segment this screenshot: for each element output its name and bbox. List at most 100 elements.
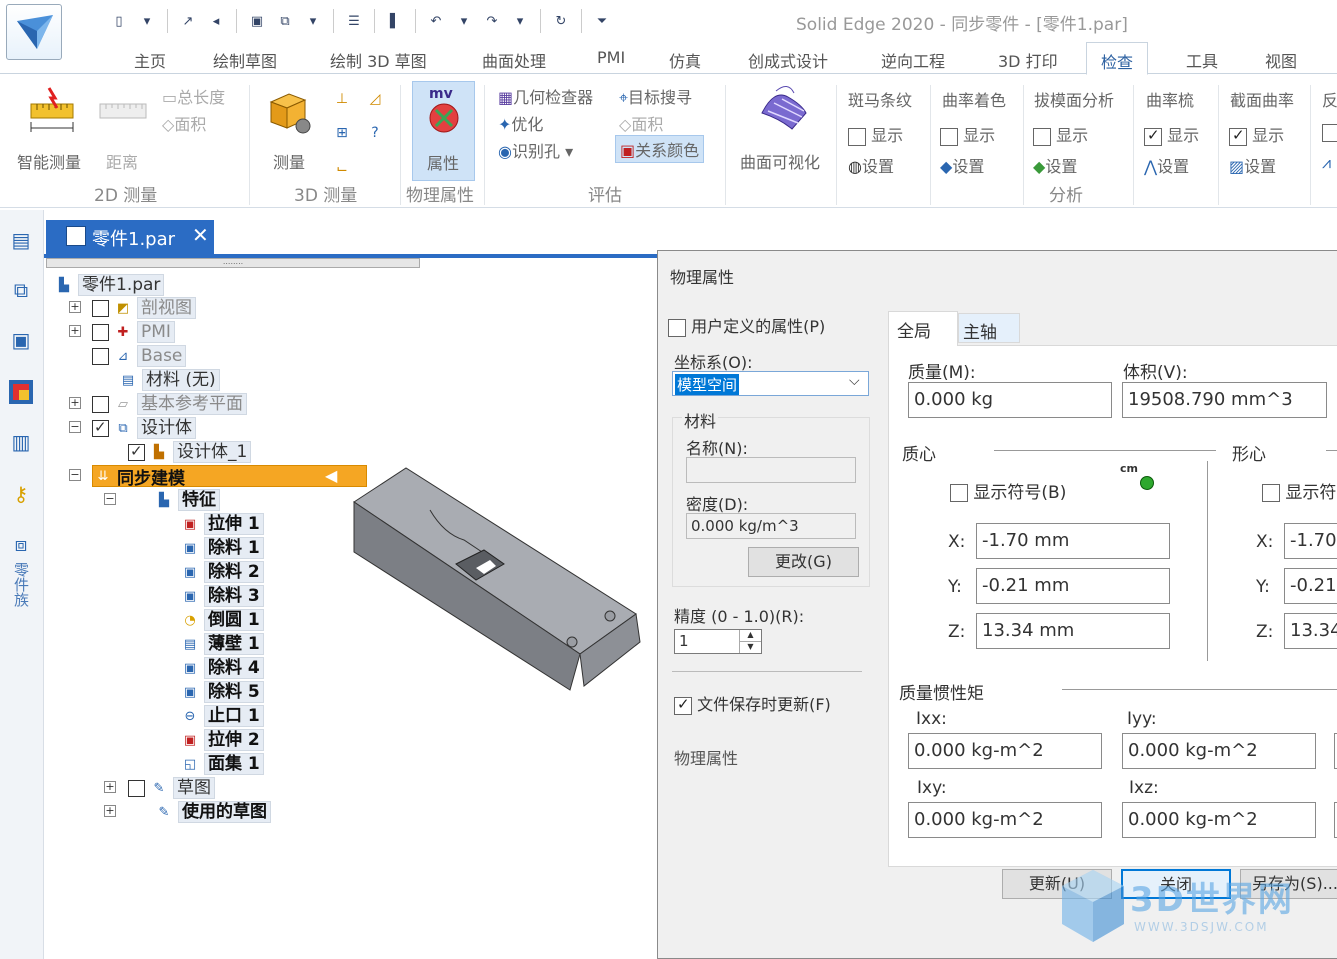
visibility-checkbox[interactable]: [128, 779, 145, 797]
area-button[interactable]: ◇面积: [162, 111, 206, 135]
identify-holes-button[interactable]: ◉识别孔 ▾: [498, 138, 573, 162]
repeat-icon[interactable]: ↻: [550, 10, 572, 32]
curvature-comb-show-toggle[interactable]: 显示: [1144, 122, 1199, 146]
layers-icon[interactable]: ⧉: [5, 274, 37, 306]
tab-generative-design[interactable]: 创成式设计: [748, 48, 828, 72]
open-icon[interactable]: ↗: [177, 10, 199, 32]
ixz-field[interactable]: 0.000 kg-m^2: [1122, 802, 1316, 838]
tree-item-cut-1[interactable]: ▣ 除料 1: [180, 537, 264, 559]
redo-icon[interactable]: ↷: [481, 10, 503, 32]
angle-measure-icon[interactable]: ◿: [365, 89, 385, 109]
radius-measure-icon[interactable]: ⌙: [332, 159, 352, 179]
optimize-button[interactable]: ✦优化: [498, 111, 543, 135]
tree-item-round-1[interactable]: ◔ 倒圆 1: [180, 609, 264, 631]
expand-icon[interactable]: +: [69, 397, 81, 409]
coordinate-system-select[interactable]: 模型空间 ⌵: [672, 371, 869, 396]
mass-field[interactable]: 0.000 kg: [908, 382, 1112, 418]
geometry-inspector-button[interactable]: ▦几何检查器: [498, 84, 593, 108]
tab-home[interactable]: 主页: [134, 48, 166, 72]
visibility-checkbox[interactable]: [92, 347, 109, 365]
tree-item-face-set-1[interactable]: ◱ 面集 1: [180, 753, 264, 775]
pane-splitter[interactable]: ........: [46, 258, 420, 268]
cm-y-field[interactable]: -0.21 mm: [976, 568, 1170, 604]
expand-icon[interactable]: +: [69, 301, 81, 313]
tree-item-cut-2[interactable]: ▣ 除料 2: [180, 561, 264, 583]
precision-stepper[interactable]: 1 ▲ ▼: [674, 629, 762, 654]
zebra-show-toggle[interactable]: 显示: [848, 122, 903, 146]
tab-inspect[interactable]: 检查: [1086, 42, 1149, 75]
dropdown-icon[interactable]: ▾: [136, 10, 158, 32]
tree-item-material[interactable]: ▤ 材料 (无): [118, 369, 220, 391]
tab-3d-sketch[interactable]: 绘制 3D 草图: [330, 48, 427, 72]
dropdown-icon[interactable]: ▾: [453, 10, 475, 32]
iyy-field[interactable]: 0.000 kg-m^2: [1122, 733, 1316, 769]
user-defined-checkbox[interactable]: 用户定义的属性(P): [668, 313, 825, 337]
properties-icon[interactable]: ☰: [343, 10, 365, 32]
tree-item-lip-1[interactable]: ⊖ 止口 1: [180, 705, 264, 727]
measure-label[interactable]: 测量: [273, 149, 305, 173]
save-icon[interactable]: ▣: [246, 10, 268, 32]
collapse-icon[interactable]: −: [69, 421, 81, 433]
film-icon[interactable]: ▣: [5, 324, 37, 356]
visibility-checkbox[interactable]: [92, 418, 109, 437]
smart-measure-label[interactable]: 智能测量: [17, 149, 81, 173]
tab-tools[interactable]: 工具: [1186, 48, 1218, 72]
curvature-shading-settings-button[interactable]: ◆设置: [940, 153, 984, 177]
tab-sketch[interactable]: 绘制草图: [213, 48, 277, 72]
expand-icon[interactable]: +: [104, 805, 116, 817]
tree-item-section-view[interactable]: ◩ 剖视图: [92, 297, 196, 319]
tab-surfacing[interactable]: 曲面处理: [482, 48, 546, 72]
save-all-icon[interactable]: ⧉: [274, 10, 296, 32]
pin-icon[interactable]: ◂: [205, 10, 227, 32]
pathfinder-icon[interactable]: ▤: [5, 224, 37, 256]
stepper-down-icon[interactable]: ▼: [739, 641, 761, 653]
tree-item-base-planes[interactable]: ▱ 基本参考平面: [92, 393, 247, 415]
volume-field[interactable]: 19508.790 mm^3: [1122, 382, 1327, 418]
relationship-color-button[interactable]: ▣关系颜色: [615, 135, 705, 163]
area-evaluate-button[interactable]: ◇面积: [619, 111, 663, 135]
close-tab-icon[interactable]: ✕: [192, 223, 209, 247]
tab-global[interactable]: 全局: [888, 311, 958, 346]
centroid-y-field[interactable]: -0.21: [1284, 568, 1337, 604]
collapse-icon[interactable]: −: [69, 469, 81, 481]
tree-item-base[interactable]: ⊿ Base: [92, 345, 187, 367]
visibility-checkbox[interactable]: [92, 323, 109, 341]
expand-icon[interactable]: +: [69, 325, 81, 337]
undo-icon[interactable]: ↶: [425, 10, 447, 32]
total-length-button[interactable]: ▭总长度: [162, 84, 225, 108]
3d-measure-icon[interactable]: [265, 85, 315, 137]
section-curvature-settings-button[interactable]: ▨设置: [1229, 153, 1276, 177]
tree-item-cut-5[interactable]: ▣ 除料 5: [180, 681, 264, 703]
min-distance-icon[interactable]: ⊞: [332, 123, 352, 143]
visibility-checkbox[interactable]: [92, 299, 109, 317]
distance-icon[interactable]: [98, 93, 148, 129]
measure-small-icon[interactable]: ⊥: [332, 89, 352, 109]
distance-label[interactable]: 距离: [106, 149, 138, 173]
tree-item-features[interactable]: ▙ 特征: [154, 489, 220, 511]
next-settings-icon[interactable]: ⩘: [1322, 153, 1331, 173]
target-search-button[interactable]: ⌖目标搜寻: [619, 84, 692, 108]
tab-3d-print[interactable]: 3D 打印: [998, 48, 1058, 72]
surface-visualization-label[interactable]: 曲面可视化: [740, 149, 820, 173]
centroid-x-field[interactable]: -1.70: [1284, 523, 1337, 559]
tree-item-cut-3[interactable]: ▣ 除料 3: [180, 585, 264, 607]
tree-item-pmi[interactable]: ✚ PMI: [92, 321, 175, 343]
dropdown-icon[interactable]: ▾: [302, 10, 324, 32]
cm-x-field[interactable]: -1.70 mm: [976, 523, 1170, 559]
tree-item-sketches[interactable]: ✎ 草图: [128, 777, 215, 799]
tree-item-used-sketches[interactable]: ✎ 使用的草图: [154, 801, 271, 823]
family-of-parts-label[interactable]: 零件族: [12, 562, 32, 607]
update-on-save-checkbox[interactable]: 文件保存时更新(F): [674, 691, 831, 715]
tab-reverse-engineering[interactable]: 逆向工程: [881, 48, 945, 72]
tree-root[interactable]: ▙ 零件1.par: [54, 274, 165, 296]
3d-part-model[interactable]: [344, 464, 644, 694]
tab-simulation[interactable]: 仿真: [669, 48, 701, 72]
tree-item-cut-4[interactable]: ▣ 除料 4: [180, 657, 264, 679]
draft-analysis-settings-button[interactable]: ◆设置: [1033, 153, 1077, 177]
tab-principal-axes[interactable]: 主轴: [958, 313, 1020, 343]
collapse-icon[interactable]: −: [104, 493, 116, 505]
zebra-settings-button[interactable]: ◍设置: [848, 153, 894, 177]
ixx-field[interactable]: 0.000 kg-m^2: [908, 733, 1102, 769]
library-icon[interactable]: ▥: [5, 426, 37, 458]
centroid-z-field[interactable]: 13.34: [1284, 613, 1337, 649]
